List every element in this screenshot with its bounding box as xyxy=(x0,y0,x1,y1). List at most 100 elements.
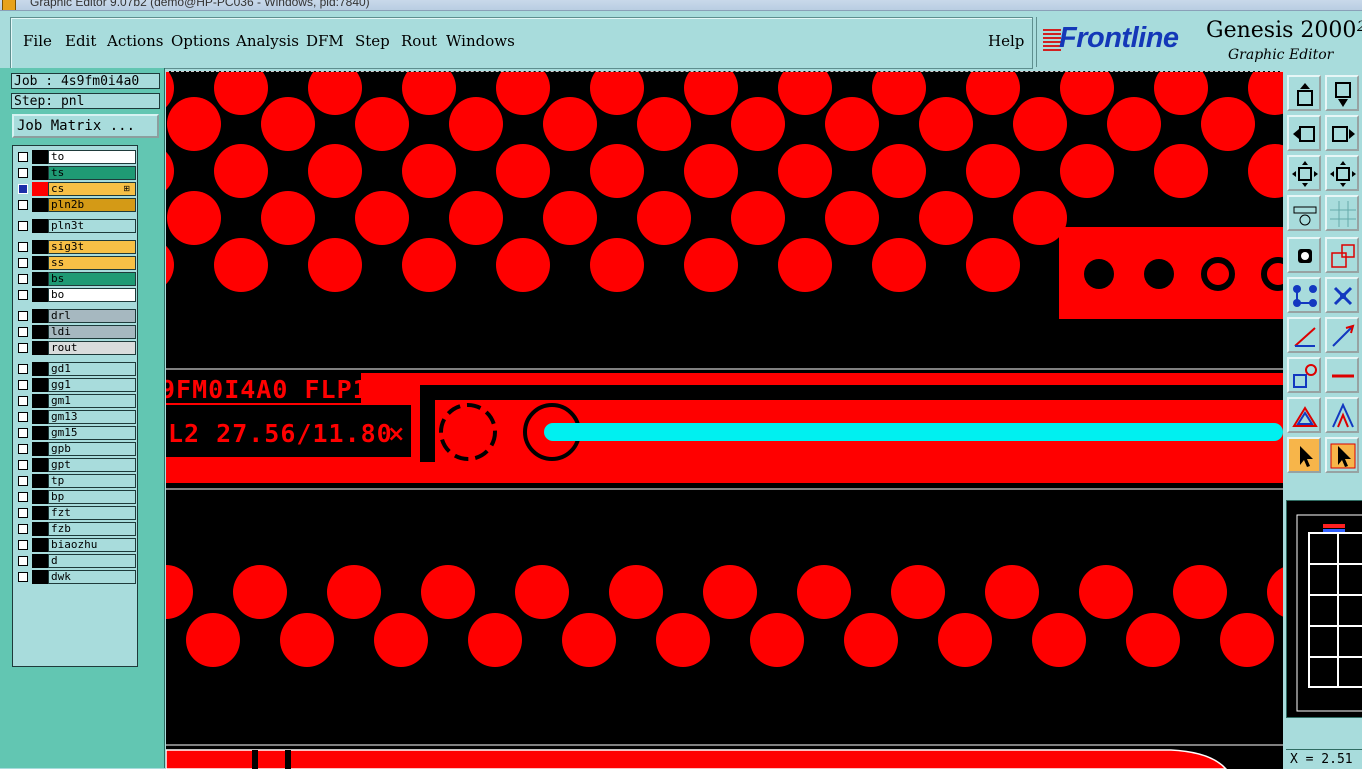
grid-button[interactable] xyxy=(1325,195,1359,231)
graphic-canvas[interactable]: 9FM0I4A0 FLP1 L2 27.56/11.80 × xyxy=(166,71,1283,769)
layer-checkbox[interactable] xyxy=(18,524,28,534)
layer-color-marker[interactable] xyxy=(32,378,48,392)
layer-name[interactable]: dwk xyxy=(48,570,136,584)
layer-row-tp[interactable]: tp xyxy=(16,474,136,488)
layer-color-marker[interactable] xyxy=(32,240,48,254)
layer-row-ldi[interactable]: ldi xyxy=(16,325,136,339)
move-up-button[interactable] xyxy=(1287,75,1321,111)
measure-button[interactable] xyxy=(1287,195,1321,231)
layer-name[interactable]: bp xyxy=(48,490,136,504)
move-down-button[interactable] xyxy=(1325,75,1359,111)
line-button[interactable] xyxy=(1325,357,1359,393)
snap-button[interactable] xyxy=(1287,237,1321,273)
layer-color-marker[interactable] xyxy=(32,219,48,233)
layer-name[interactable]: pln2b xyxy=(48,198,136,212)
layer-color-marker[interactable] xyxy=(32,309,48,323)
layer-name[interactable]: gg1 xyxy=(48,378,136,392)
layer-row-fzb[interactable]: fzb xyxy=(16,522,136,536)
layer-checkbox[interactable] xyxy=(18,508,28,518)
layer-color-marker[interactable] xyxy=(32,570,48,584)
draw-line-button[interactable] xyxy=(1287,317,1321,353)
layer-checkbox[interactable] xyxy=(18,476,28,486)
layer-color-marker[interactable] xyxy=(32,426,48,440)
layer-name[interactable]: bs xyxy=(48,272,136,286)
layer-checkbox[interactable] xyxy=(18,184,28,194)
delete-button[interactable] xyxy=(1325,277,1359,313)
layer-row-rout[interactable]: rout xyxy=(16,341,136,355)
layer-name[interactable]: gm1 xyxy=(48,394,136,408)
layer-row-gm15[interactable]: gm15 xyxy=(16,426,136,440)
polygon-button[interactable] xyxy=(1287,397,1321,433)
layer-checkbox[interactable] xyxy=(18,200,28,210)
layer-checkbox[interactable] xyxy=(18,343,28,353)
layer-row-pln3t[interactable]: pln3t xyxy=(16,219,136,233)
menu-windows[interactable]: Windows xyxy=(446,32,515,50)
layer-row-fzt[interactable]: fzt xyxy=(16,506,136,520)
layer-checkbox[interactable] xyxy=(18,396,28,406)
layer-name[interactable]: biaozhu xyxy=(48,538,136,552)
layer-checkbox[interactable] xyxy=(18,460,28,470)
layer-row-gd1[interactable]: gd1 xyxy=(16,362,136,376)
layer-color-marker[interactable] xyxy=(32,166,48,180)
layer-color-marker[interactable] xyxy=(32,150,48,164)
layer-row-bp[interactable]: bp xyxy=(16,490,136,504)
select-pointer-button[interactable] xyxy=(1325,437,1359,473)
layer-color-marker[interactable] xyxy=(32,522,48,536)
layer-name[interactable]: sig3t xyxy=(48,240,136,254)
layer-checkbox[interactable] xyxy=(18,168,28,178)
layer-color-marker[interactable] xyxy=(32,490,48,504)
layer-checkbox[interactable] xyxy=(18,412,28,422)
layer-checkbox[interactable] xyxy=(18,311,28,321)
layer-checkbox[interactable] xyxy=(18,428,28,438)
angle-button[interactable] xyxy=(1325,397,1359,433)
layer-checkbox[interactable] xyxy=(18,364,28,374)
layer-name[interactable]: drl xyxy=(48,309,136,323)
layer-color-marker[interactable] xyxy=(32,442,48,456)
layer-name[interactable]: gd1 xyxy=(48,362,136,376)
layer-row-d[interactable]: d xyxy=(16,554,136,568)
layer-name[interactable]: fzb xyxy=(48,522,136,536)
layer-name[interactable]: bo xyxy=(48,288,136,302)
layer-checkbox[interactable] xyxy=(18,242,28,252)
layer-row-ts[interactable]: ts xyxy=(16,166,136,180)
layer-name[interactable]: ts xyxy=(48,166,136,180)
layer-color-marker[interactable] xyxy=(32,288,48,302)
layer-checkbox[interactable] xyxy=(18,572,28,582)
layer-color-marker[interactable] xyxy=(32,410,48,424)
layer-color-marker[interactable] xyxy=(32,256,48,270)
draw-arc-button[interactable] xyxy=(1325,317,1359,353)
layer-row-bo[interactable]: bo xyxy=(16,288,136,302)
layer-color-marker[interactable] xyxy=(32,341,48,355)
layer-row-gg1[interactable]: gg1 xyxy=(16,378,136,392)
layer-name[interactable]: fzt xyxy=(48,506,136,520)
menu-step[interactable]: Step xyxy=(355,32,390,50)
layer-name[interactable]: gm15 xyxy=(48,426,136,440)
layer-checkbox[interactable] xyxy=(18,380,28,390)
layer-row-gpt[interactable]: gpt xyxy=(16,458,136,472)
pointer-button[interactable] xyxy=(1287,437,1321,473)
move-right-button[interactable] xyxy=(1325,115,1359,151)
layer-row-pln2b[interactable]: pln2b xyxy=(16,198,136,212)
layer-row-biaozhu[interactable]: biaozhu xyxy=(16,538,136,552)
menu-actions[interactable]: Actions xyxy=(107,32,163,50)
layer-color-marker[interactable] xyxy=(32,272,48,286)
layer-name[interactable]: rout xyxy=(48,341,136,355)
select-shape-button[interactable] xyxy=(1325,237,1359,273)
layer-checkbox[interactable] xyxy=(18,492,28,502)
layer-color-marker[interactable] xyxy=(32,394,48,408)
zoom-fit-button[interactable] xyxy=(1287,155,1321,191)
layer-checkbox[interactable] xyxy=(18,444,28,454)
layer-row-cs[interactable]: cs ⊞ xyxy=(16,182,136,196)
layer-color-marker[interactable] xyxy=(32,458,48,472)
layer-checkbox[interactable] xyxy=(18,327,28,337)
menu-rout[interactable]: Rout xyxy=(401,32,437,50)
job-matrix-button[interactable]: Job Matrix ... xyxy=(12,114,159,138)
layer-row-sig3t[interactable]: sig3t xyxy=(16,240,136,254)
layer-checkbox[interactable] xyxy=(18,556,28,566)
layer-row-gm13[interactable]: gm13 xyxy=(16,410,136,424)
route-button[interactable] xyxy=(1287,277,1321,313)
layer-row-gpb[interactable]: gpb xyxy=(16,442,136,456)
layer-name[interactable]: tp xyxy=(48,474,136,488)
layer-row-bs[interactable]: bs xyxy=(16,272,136,286)
layer-color-marker[interactable] xyxy=(32,362,48,376)
